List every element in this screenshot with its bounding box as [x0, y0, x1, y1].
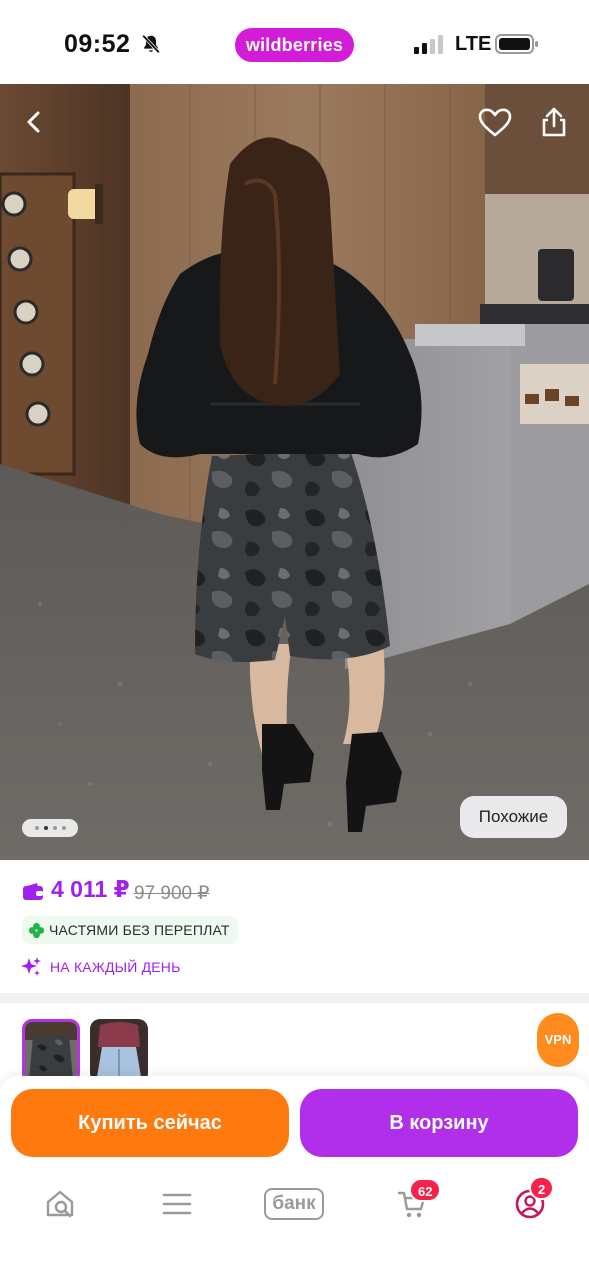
status-bar: 09:52 wildberries LTE — [0, 0, 589, 84]
bell-off-icon — [142, 34, 160, 54]
bank-label: банк — [264, 1188, 324, 1220]
favorite-button[interactable] — [473, 101, 517, 145]
brand-logo: wildberries — [235, 28, 354, 62]
pagination-dot — [52, 826, 57, 830]
back-icon — [27, 111, 40, 133]
pagination-dot — [61, 826, 66, 830]
nav-cart[interactable]: 62 — [382, 1178, 442, 1226]
old-price: 97 900 ₽ — [134, 883, 210, 904]
clover-icon — [28, 922, 45, 938]
status-time: 09:52 — [64, 30, 131, 58]
variant-thumbnail[interactable] — [90, 1019, 148, 1083]
battery-icon — [495, 34, 538, 54]
home-search-icon — [46, 1190, 74, 1218]
daily-promo[interactable]: НА КАЖДЫЙ ДЕНЬ — [20, 956, 181, 978]
product-photo — [0, 84, 589, 860]
price-section: 4 011 ₽ 97 900 ₽ ЧАСТЯМИ БЕЗ ПЕРЕПЛАТ НА… — [0, 860, 589, 993]
menu-icon — [162, 1193, 192, 1215]
installments-badge[interactable]: ЧАСТЯМИ БЕЗ ПЕРЕПЛАТ — [22, 916, 238, 944]
purchase-action-bar: Купить сейчас В корзину — [0, 1076, 589, 1172]
nav-home[interactable] — [30, 1182, 90, 1226]
add-to-cart-button[interactable]: В корзину — [300, 1089, 578, 1157]
share-icon — [542, 107, 566, 137]
wallet-icon — [23, 883, 43, 900]
cart-count-badge: 62 — [409, 1178, 442, 1202]
buy-now-button[interactable]: Купить сейчас — [11, 1089, 289, 1157]
variant-image — [90, 1019, 148, 1083]
variant-thumbnail-selected[interactable] — [22, 1019, 80, 1083]
heart-icon — [478, 108, 512, 137]
pagination-dot — [34, 826, 39, 830]
similar-button[interactable]: Похожие — [460, 796, 567, 838]
pagination-dot-active — [43, 826, 48, 830]
profile-notification-badge: 2 — [529, 1176, 555, 1200]
share-button[interactable] — [532, 100, 576, 144]
current-price: 4 011 ₽ — [51, 876, 130, 902]
signal-icon — [414, 35, 443, 54]
network-type: LTE — [455, 33, 492, 55]
installments-label: ЧАСТЯМИ БЕЗ ПЕРЕПЛАТ — [49, 922, 230, 938]
back-button[interactable] — [12, 100, 56, 144]
bottom-navigation: банк 62 2 — [0, 1172, 589, 1280]
daily-label: НА КАЖДЫЙ ДЕНЬ — [50, 959, 181, 975]
nav-profile[interactable]: 2 — [500, 1176, 560, 1226]
product-gallery[interactable]: Похожие — [0, 84, 589, 860]
vpn-badge[interactable]: VPN — [537, 1013, 579, 1067]
nav-catalog[interactable] — [147, 1182, 207, 1226]
nav-bank[interactable]: банк — [264, 1182, 324, 1226]
variant-image — [25, 1022, 77, 1080]
section-divider — [0, 993, 589, 1003]
variant-selector — [0, 1003, 589, 1083]
gallery-pagination — [22, 819, 78, 837]
sparkle-icon — [21, 957, 41, 976]
